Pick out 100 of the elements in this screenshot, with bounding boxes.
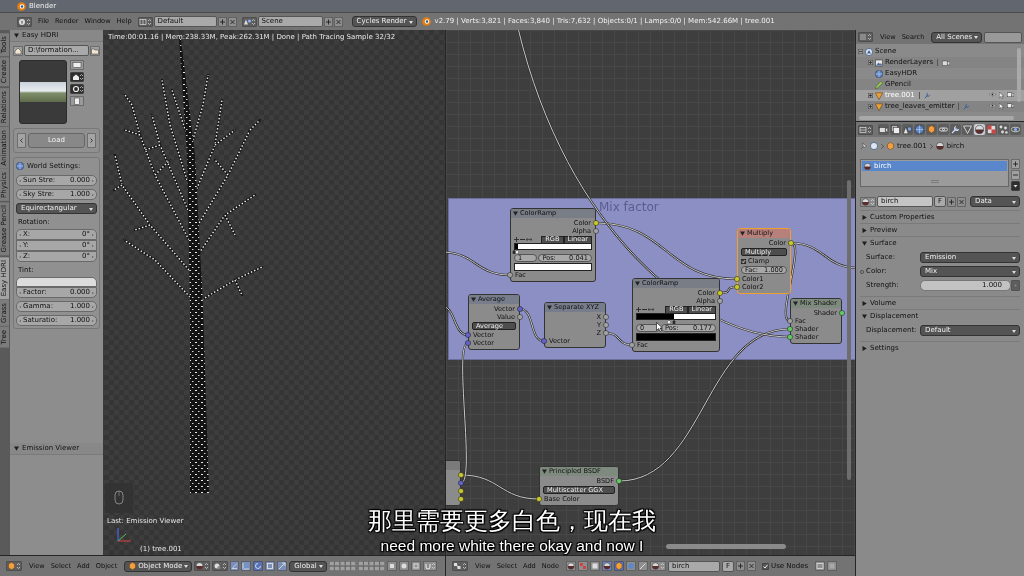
window-icon[interactable] [858, 124, 873, 135]
nodes-icon[interactable] [452, 561, 468, 571]
ring-icon[interactable] [70, 84, 84, 94]
wrench-icon[interactable] [923, 92, 931, 99]
triangle-down-icon[interactable] [547, 305, 552, 310]
socket-icon[interactable] [603, 314, 609, 320]
socket-icon[interactable] [616, 478, 622, 484]
properties-tab[interactable] [974, 124, 985, 135]
properties-tab[interactable] [998, 124, 1009, 135]
rotate-icon[interactable] [253, 561, 264, 571]
plus-icon[interactable] [868, 93, 873, 98]
stop-marker-icon[interactable] [512, 250, 516, 254]
triangle-down-icon[interactable] [14, 33, 19, 38]
pin-icon[interactable] [860, 142, 867, 150]
angle-icon[interactable] [230, 561, 240, 571]
socket-icon[interactable] [603, 322, 609, 328]
socket-icon[interactable] [629, 342, 635, 348]
node-link[interactable] [460, 342, 469, 484]
layer-grid-icon[interactable] [328, 561, 356, 571]
color-ramp[interactable] [514, 243, 592, 250]
socket-icon[interactable] [465, 340, 471, 346]
rectangle-icon[interactable] [70, 60, 84, 70]
socket-icon[interactable] [517, 314, 523, 320]
socket-icon[interactable] [517, 306, 523, 312]
layout-icon[interactable] [137, 16, 153, 27]
triangle-down-icon[interactable] [862, 313, 867, 319]
scrollbar[interactable] [666, 544, 786, 549]
minus-icon[interactable] [520, 237, 525, 242]
minus-icon[interactable] [642, 307, 647, 312]
square-icon[interactable] [827, 561, 838, 571]
grip-icon[interactable] [930, 180, 939, 183]
arrow-icon[interactable] [277, 561, 288, 571]
document-icon[interactable] [70, 96, 84, 106]
info-icon[interactable] [17, 16, 32, 27]
socket-icon[interactable] [603, 330, 609, 336]
color-ramp[interactable] [636, 313, 716, 320]
plus-icon[interactable] [217, 16, 227, 27]
list-icon[interactable] [858, 32, 873, 42]
triangle-down-icon[interactable] [635, 281, 640, 286]
socket-icon[interactable] [458, 472, 464, 478]
triangle-down-icon[interactable] [542, 469, 547, 474]
color-field[interactable] [16, 277, 97, 287]
socket-icon[interactable] [788, 240, 794, 246]
socket-icon[interactable] [458, 496, 464, 502]
socket-icon[interactable] [458, 480, 464, 486]
home-icon[interactable] [13, 45, 23, 56]
properties-tab[interactable] [986, 124, 997, 135]
plus-icon[interactable] [514, 237, 519, 242]
layer-grid-icon[interactable] [357, 561, 385, 571]
triangle-down-icon[interactable] [14, 446, 19, 451]
socket-icon[interactable] [507, 272, 513, 278]
plus-icon[interactable] [868, 104, 873, 109]
socket-icon[interactable] [734, 284, 740, 290]
color-swatch[interactable] [636, 333, 716, 341]
square-icon[interactable] [265, 561, 276, 571]
scrollbar[interactable] [1017, 48, 1021, 102]
circles-icon[interactable] [212, 561, 229, 571]
close-icon[interactable] [747, 561, 756, 571]
socket-icon[interactable] [593, 228, 599, 234]
search-field[interactable] [984, 31, 1022, 43]
plus-icon[interactable] [947, 196, 956, 207]
shapes-icon[interactable] [241, 16, 257, 27]
socket-icon[interactable] [717, 298, 723, 304]
triangle-right-icon[interactable] [862, 227, 867, 233]
socket-icon[interactable] [734, 276, 740, 282]
cube-icon[interactable] [6, 561, 22, 571]
camera-icon[interactable] [1007, 103, 1014, 108]
triangle-down-icon[interactable] [793, 301, 798, 306]
magnet-icon[interactable] [422, 561, 437, 571]
socket-icon[interactable] [541, 338, 547, 344]
plus-icon[interactable] [636, 307, 641, 312]
triangle-right-icon[interactable] [862, 300, 867, 306]
plus-icon[interactable] [736, 561, 745, 571]
scrollbar[interactable] [859, 116, 1014, 120]
checkbox-icon[interactable] [762, 562, 769, 570]
chevron-right-icon[interactable] [87, 133, 96, 148]
color-swatch[interactable] [514, 263, 592, 271]
properties-tab[interactable] [878, 124, 889, 135]
socket-icon[interactable] [458, 488, 464, 494]
checker-icon[interactable] [578, 561, 588, 571]
socket-icon[interactable] [787, 334, 793, 340]
plus-icon[interactable] [868, 60, 873, 65]
properties-tab[interactable] [914, 124, 925, 135]
socket-icon[interactable] [839, 310, 845, 316]
cube-icon[interactable] [614, 561, 624, 571]
circle-icon[interactable] [398, 561, 409, 571]
properties-tab[interactable] [902, 124, 913, 135]
triangle-down-icon[interactable] [862, 240, 867, 246]
square-icon[interactable] [590, 561, 600, 571]
scrollbar[interactable] [847, 180, 851, 480]
triangle-down-icon[interactable] [471, 297, 476, 302]
house-icon[interactable] [70, 72, 84, 82]
eye-icon[interactable] [989, 92, 996, 97]
triangle-down-icon[interactable] [513, 211, 518, 216]
socket-icon[interactable] [465, 332, 471, 338]
camera-icon[interactable] [942, 59, 951, 66]
caret-down-icon[interactable] [1011, 181, 1020, 191]
square-icon[interactable] [410, 561, 421, 571]
camera-icon[interactable] [1007, 92, 1014, 97]
eye-icon[interactable] [989, 103, 996, 108]
